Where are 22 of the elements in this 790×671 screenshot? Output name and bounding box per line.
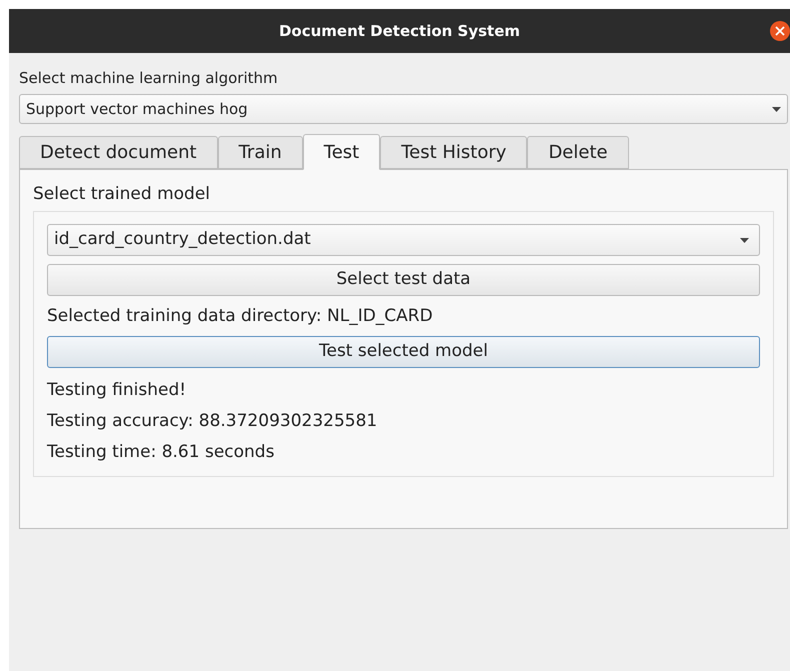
- window-title: Document Detection System: [278, 20, 520, 42]
- dropdown-value: Support vector machines hog: [26, 98, 248, 120]
- directory-text: Selected training data directory: NL_ID_CARD: [47, 305, 434, 328]
- dropdown-value: id_card_country_detection.dat: [54, 228, 311, 252]
- push-button[interactable]: Test selected model: [47, 336, 760, 368]
- tab[interactable]: Test: [302, 134, 380, 170]
- tab[interactable]: Delete: [527, 136, 629, 169]
- tab[interactable]: Test History: [380, 136, 528, 169]
- dropdown-caret-icon: [772, 106, 781, 112]
- tab[interactable]: Train: [218, 136, 303, 169]
- dropdown-caret-icon: [740, 238, 749, 242]
- tab[interactable]: Detect document: [19, 136, 218, 169]
- push-button[interactable]: Select test data: [47, 264, 760, 296]
- result-text: Testing time: 8.61 seconds: [47, 441, 276, 464]
- field-label: Select trained model: [33, 183, 212, 206]
- algorithm-dropdown[interactable]: Support vector machines hog: [19, 94, 788, 124]
- result-text: Testing finished!: [47, 379, 188, 402]
- close-icon: [775, 26, 785, 36]
- close-button[interactable]: [770, 21, 790, 41]
- model-dropdown[interactable]: id_card_country_detection.dat: [47, 224, 760, 256]
- field-label: Select machine learning algorithm: [19, 68, 279, 88]
- result-text: Testing accuracy: 88.37209302325581: [47, 410, 378, 433]
